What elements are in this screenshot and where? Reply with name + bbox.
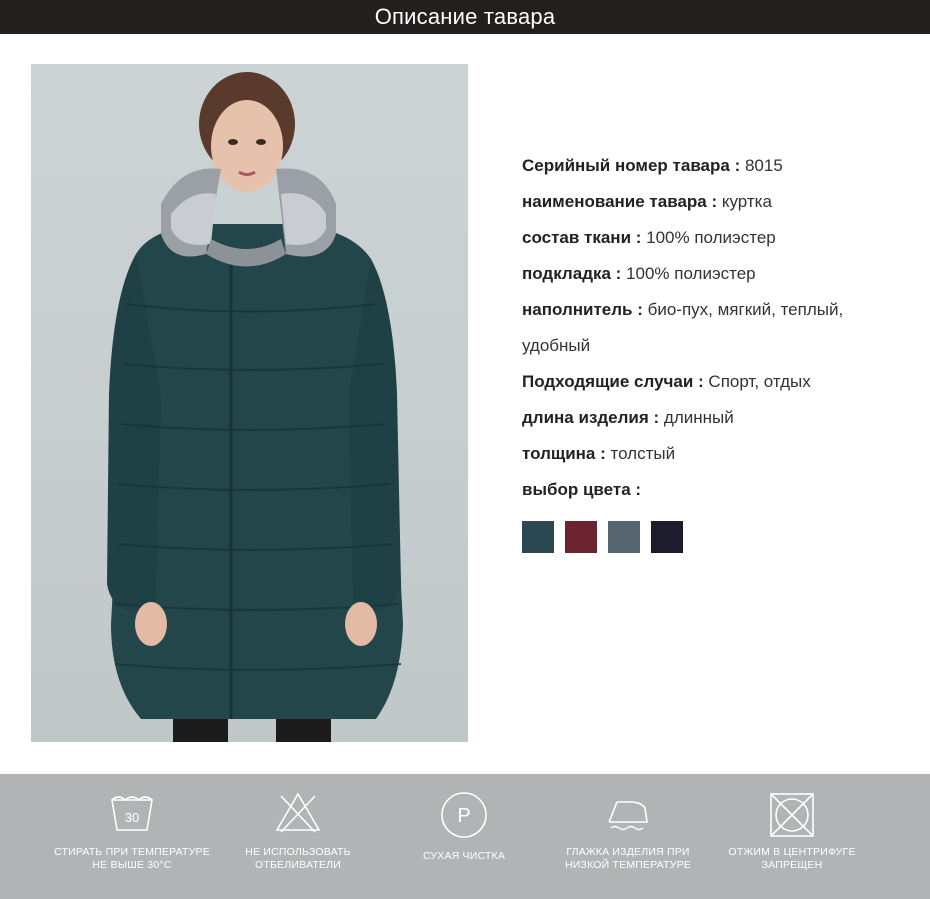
color-swatch[interactable]	[522, 521, 554, 553]
spec-value: 100% полиэстер	[641, 228, 776, 247]
spec-value: 8015	[740, 156, 783, 175]
spec-product-name: наименование тавара : куртка	[522, 184, 902, 220]
low-iron-icon	[608, 801, 648, 831]
spec-value: длинный	[659, 408, 734, 427]
spec-label: длина изделия :	[522, 408, 660, 427]
spec-lining: подкладка : 100% полиэстер	[522, 256, 902, 292]
color-swatch[interactable]	[565, 521, 597, 553]
spec-label: Подходящие случаи :	[522, 372, 704, 391]
spec-label: наполнитель :	[522, 300, 643, 319]
care-label: СУХАЯ ЧИСТКА	[422, 850, 506, 862]
care-item-dry-clean: P СУХАЯ ЧИСТКА	[374, 774, 554, 899]
color-swatch[interactable]	[608, 521, 640, 553]
care-instructions-bar: 30 СТИРАТЬ ПРИ ТЕМПЕРАТУРЕ НЕ ВЫШЕ 30°C Н…	[0, 774, 930, 899]
care-item-spin: ОТЖИМ В ЦЕНТРИФУГЕ ЗАПРЕЩЕН	[702, 774, 882, 899]
spec-serial-number: Серийный номер тавара : 8015	[522, 148, 902, 184]
care-item-iron: ГЛАЖКА ИЗДЕЛИЯ ПРИ НИЗКОЙ ТЕМПЕРАТУРЕ	[538, 774, 718, 899]
dry-clean-symbol: P	[457, 805, 470, 827]
care-label: СТИРАТЬ ПРИ ТЕМПЕРАТУРЕ НЕ ВЫШЕ 30°C	[54, 846, 210, 871]
dry-clean-icon: P	[441, 792, 487, 838]
care-label: ОТЖИМ В ЦЕНТРИФУГЕ ЗАПРЕЩЕН	[728, 846, 856, 871]
wash-temp-label: 30	[125, 810, 139, 825]
spec-fabric: состав ткани : 100% полиэстер	[522, 220, 902, 256]
wash-30-icon: 30	[111, 796, 153, 831]
care-label: НЕ ИСПОЛЬЗОВАТЬ ОТБЕЛИВАТЕЛИ	[245, 846, 351, 871]
spec-value: толстый	[605, 444, 676, 463]
spec-label: толщина :	[522, 444, 606, 463]
product-specs: Серийный номер тавара : 8015 наименовани…	[522, 148, 902, 508]
care-item-bleach: НЕ ИСПОЛЬЗОВАТЬ ОТБЕЛИВАТЕЛИ	[208, 774, 388, 899]
spec-value: куртка	[717, 192, 772, 211]
product-photo	[31, 64, 468, 742]
spec-label: состав ткани :	[522, 228, 642, 247]
spec-length: длина изделия : длинный	[522, 400, 902, 436]
section-header: Описание тавара	[0, 0, 930, 34]
section-title: Описание тавара	[374, 4, 556, 29]
spec-label: Серийный номер тавара :	[522, 156, 741, 175]
color-swatches	[522, 521, 683, 553]
care-item-wash: 30 СТИРАТЬ ПРИ ТЕМПЕРАТУРЕ НЕ ВЫШЕ 30°C	[42, 774, 222, 899]
spec-color-choice: выбор цвета :	[522, 472, 902, 508]
spec-label: подкладка :	[522, 264, 622, 283]
spec-filler: наполнитель : био-пух, мягкий, теплый, у…	[522, 292, 902, 364]
spec-value: Спорт, отдых	[703, 372, 811, 391]
spec-occasions: Подходящие случаи : Спорт, отдых	[522, 364, 902, 400]
model-in-coat-image	[107, 72, 403, 742]
no-bleach-icon	[275, 792, 321, 833]
spec-label: наименование тавара :	[522, 192, 718, 211]
spec-value: 100% полиэстер	[621, 264, 756, 283]
care-label: ГЛАЖКА ИЗДЕЛИЯ ПРИ НИЗКОЙ ТЕМПЕРАТУРЕ	[565, 846, 691, 871]
no-tumble-dry-icon	[770, 793, 814, 837]
spec-label: выбор цвета :	[522, 480, 642, 499]
color-swatch[interactable]	[651, 521, 683, 553]
spec-thickness: толщина : толстый	[522, 436, 902, 472]
